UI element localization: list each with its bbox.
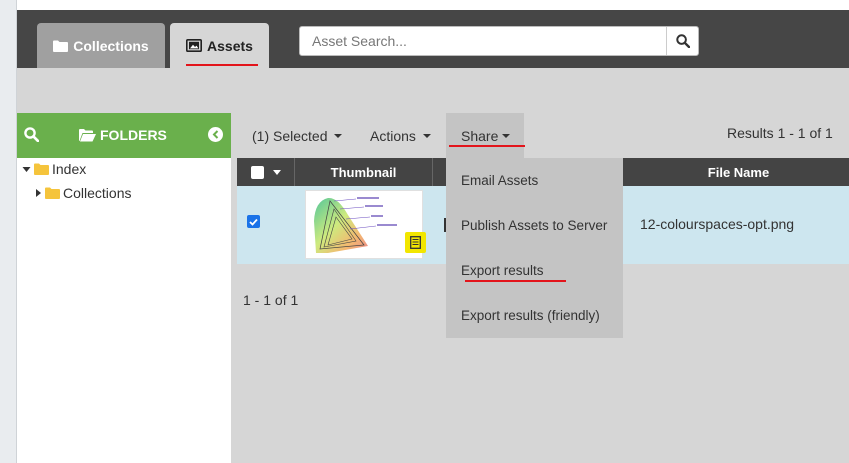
- selected-dropdown[interactable]: (1) Selected: [252, 128, 343, 144]
- tree-item-collections[interactable]: Collections: [35, 185, 131, 201]
- tab-collections[interactable]: Collections: [37, 23, 165, 68]
- folder-search-button[interactable]: [24, 127, 40, 145]
- column-header-thumbnail[interactable]: Thumbnail: [295, 158, 433, 186]
- tree-item-index[interactable]: Index: [22, 161, 86, 177]
- share-label: Share: [461, 128, 499, 144]
- document-icon[interactable]: [405, 232, 426, 253]
- folder-icon: [53, 40, 69, 52]
- folder-icon: [34, 163, 49, 175]
- asset-search-input[interactable]: [300, 27, 667, 55]
- caret-down-icon: [502, 134, 511, 138]
- row-checkbox[interactable]: [247, 215, 260, 228]
- caret-down-icon: [22, 166, 31, 172]
- tree-item-label: Collections: [63, 185, 132, 201]
- export-underline: [465, 280, 566, 282]
- top-navbar: Collections Assets: [17, 10, 849, 68]
- selected-label: (1) Selected: [252, 128, 328, 144]
- select-all-checkbox[interactable]: [250, 165, 264, 179]
- search-icon: [24, 127, 40, 143]
- folder-icon: [45, 187, 60, 199]
- menu-item-export-results-friendly[interactable]: Export results (friendly): [461, 308, 600, 323]
- menu-item-publish-assets[interactable]: Publish Assets to Server: [461, 218, 607, 233]
- search-button[interactable]: [666, 27, 698, 55]
- check-icon: [249, 218, 258, 226]
- actions-dropdown[interactable]: Actions: [370, 128, 431, 144]
- caret-down-icon: [272, 169, 281, 175]
- row-file-name: 12-colourspaces-opt.png: [640, 216, 795, 232]
- folder-open-icon: [79, 128, 96, 141]
- asset-search-box: [299, 26, 699, 56]
- pager-text: 1 - 1 of 1: [243, 292, 299, 308]
- document-lines-icon: [410, 236, 421, 249]
- share-underline: [449, 145, 525, 147]
- folders-sidebar: FOLDERS Index Collections: [17, 113, 231, 463]
- left-edge-strip: [0, 0, 17, 463]
- actions-label: Actions: [370, 128, 416, 144]
- tab-collections-label: Collections: [73, 37, 149, 54]
- select-all-control[interactable]: [237, 158, 295, 186]
- share-menu: Email Assets Publish Assets to Server Ex…: [446, 158, 623, 338]
- tab-assets[interactable]: Assets: [170, 23, 269, 68]
- column-header-file-name[interactable]: File Name: [628, 158, 849, 186]
- active-tab-underline: [186, 64, 258, 66]
- tab-assets-label: Assets: [207, 37, 253, 54]
- menu-item-export-results[interactable]: Export results: [461, 263, 544, 278]
- results-count: Results 1 - 1 of 1: [727, 125, 833, 141]
- caret-right-icon: [36, 189, 41, 197]
- menu-item-email-assets[interactable]: Email Assets: [461, 173, 538, 188]
- top-bar: [17, 0, 849, 10]
- caret-down-icon: [422, 134, 431, 138]
- folders-header: FOLDERS: [17, 113, 231, 158]
- folders-title-label: FOLDERS: [100, 127, 167, 143]
- collapse-sidebar-button[interactable]: [208, 127, 223, 142]
- search-icon: [675, 34, 690, 48]
- tree-item-label: Index: [52, 161, 87, 177]
- caret-down-icon: [334, 134, 343, 138]
- chevron-left-icon: [212, 130, 219, 139]
- images-icon: [186, 39, 203, 52]
- share-dropdown[interactable]: Share: [461, 128, 511, 144]
- folders-title: FOLDERS: [79, 127, 167, 143]
